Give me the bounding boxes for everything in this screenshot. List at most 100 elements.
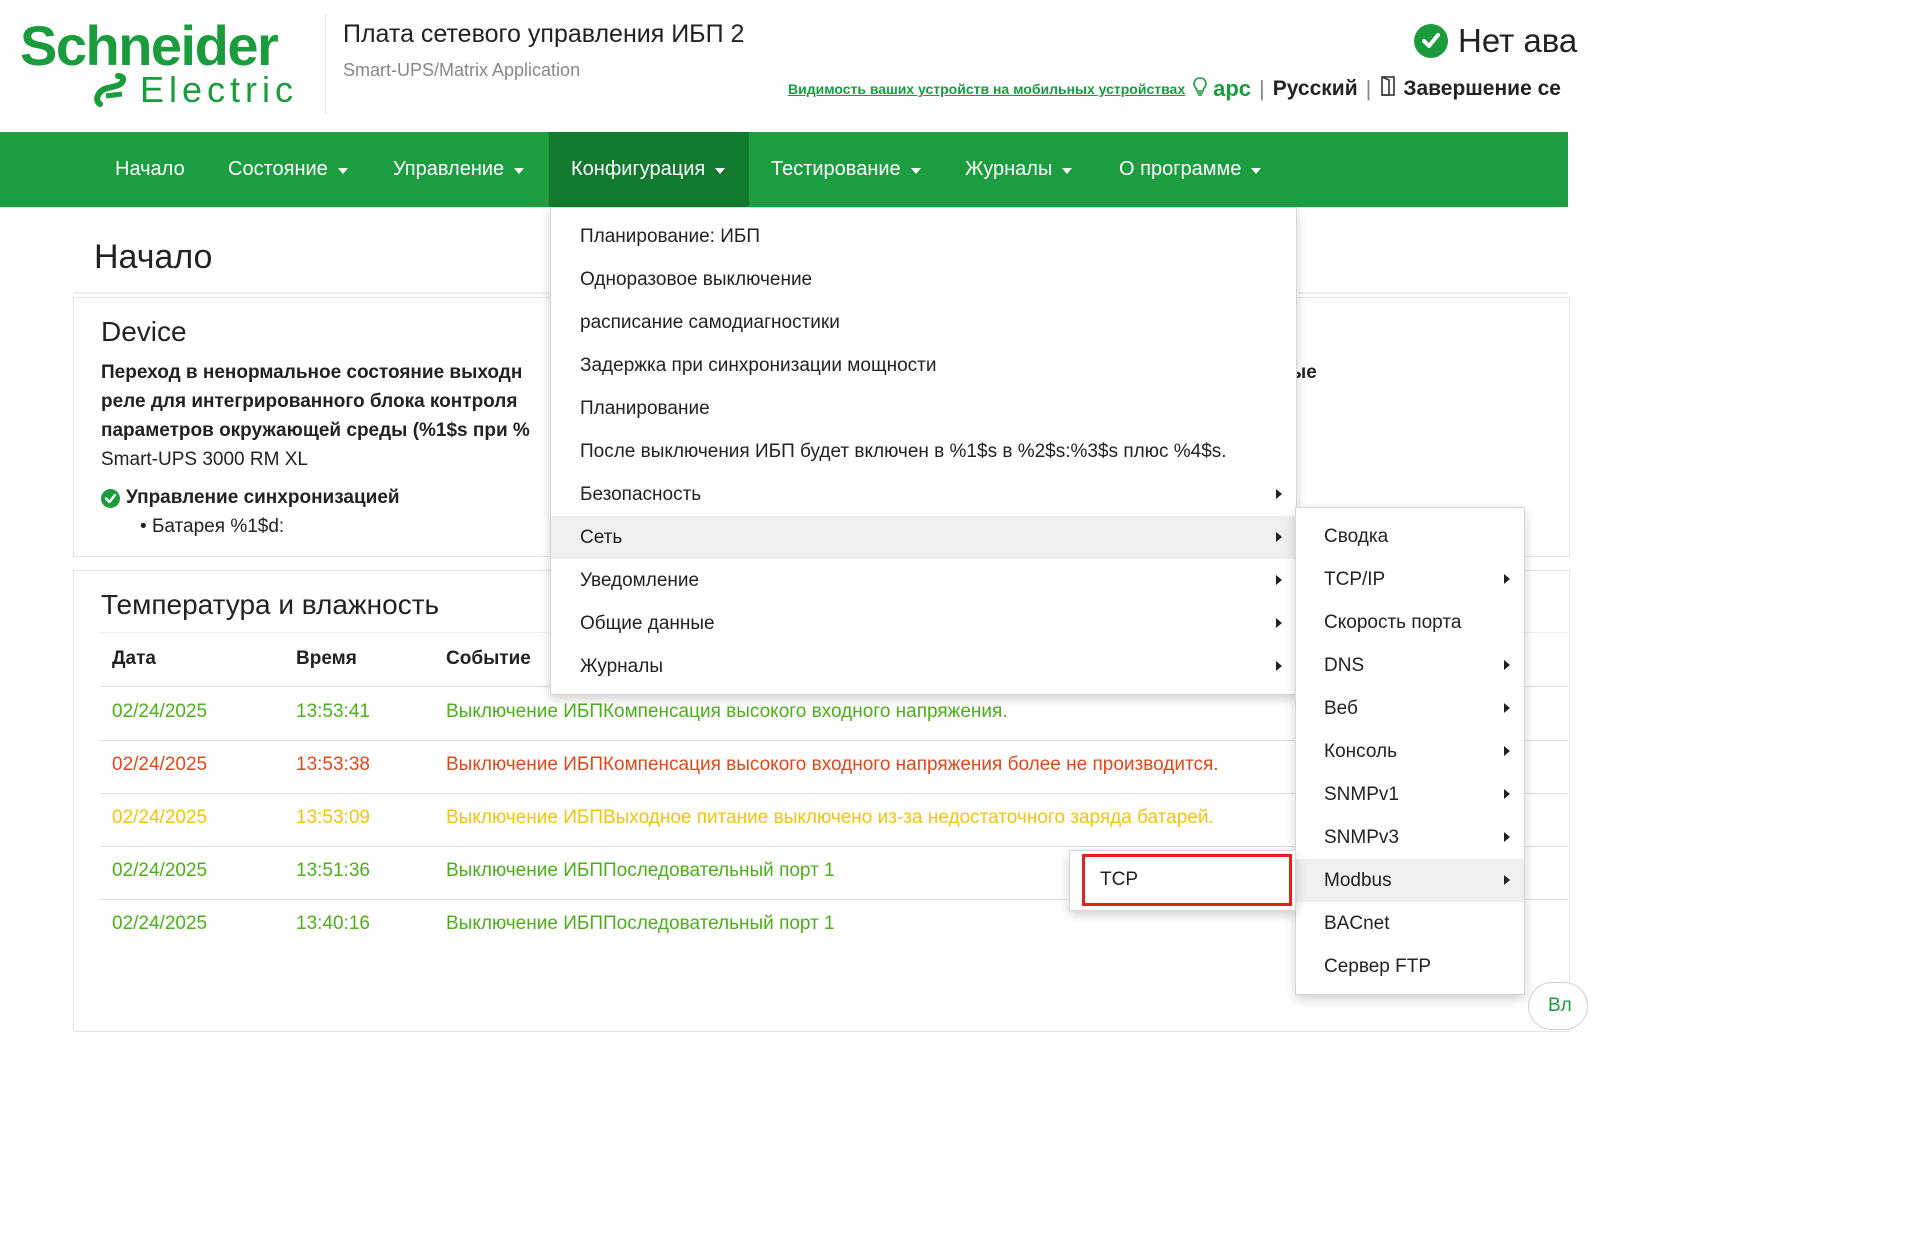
- network-menu-item[interactable]: DNS: [1296, 644, 1524, 687]
- nav-status[interactable]: Состояние: [206, 132, 370, 207]
- event-date: 02/24/2025: [112, 754, 208, 775]
- nav-about[interactable]: О программе: [1097, 132, 1283, 207]
- modbus-submenu: TCP: [1069, 850, 1296, 911]
- config-menu-item[interactable]: Задержка при синхронизации мощности: [551, 344, 1296, 387]
- nav-testing[interactable]: Тестирование: [749, 132, 943, 207]
- sync-status: Управление синхронизацией: [101, 487, 400, 509]
- chevron-right-icon: [1504, 746, 1510, 756]
- menu-item-label: Скорость порта: [1324, 611, 1462, 633]
- column-header-event: Событие: [446, 648, 531, 669]
- event-time: 13:53:38: [296, 754, 370, 775]
- event-date: 02/24/2025: [112, 913, 208, 934]
- nav-home[interactable]: Начало: [93, 132, 207, 207]
- logout-text: Завершение се: [1403, 77, 1561, 100]
- config-menu-item[interactable]: Планирование: [551, 387, 1296, 430]
- network-menu-item[interactable]: Сервер FTP: [1296, 945, 1524, 988]
- device-heading: Device: [101, 316, 187, 347]
- menu-item-label: Сводка: [1324, 525, 1389, 547]
- config-menu-item[interactable]: расписание самодиагностики: [551, 301, 1296, 344]
- config-menu-item[interactable]: Безопасность: [551, 473, 1296, 516]
- header-links: Видимость ваших устройств на мобильных у…: [788, 76, 1561, 102]
- config-menu-item[interactable]: Уведомление: [551, 559, 1296, 602]
- device-alert-line: параметров окружающей среды (%1$s при %: [101, 420, 530, 441]
- alarm-status[interactable]: Нет ава: [1414, 22, 1577, 60]
- schneider-electric-logo[interactable]: Schneider Electric: [20, 14, 310, 110]
- menu-item-label: После выключения ИБП будет включен в %1$…: [580, 440, 1227, 462]
- caret-down-icon: [910, 167, 921, 174]
- separator: |: [1259, 76, 1265, 101]
- network-menu-item[interactable]: BACnet: [1296, 902, 1524, 945]
- chevron-right-icon: [1276, 618, 1282, 628]
- chevron-right-icon: [1504, 875, 1510, 885]
- caret-down-icon: [1062, 167, 1073, 174]
- chevron-right-icon: [1504, 574, 1510, 584]
- menu-item-label: BACnet: [1324, 912, 1390, 934]
- network-menu-item[interactable]: Консоль: [1296, 730, 1524, 773]
- config-menu-item[interactable]: Одноразовое выключение: [551, 258, 1296, 301]
- menu-item-label: Веб: [1324, 697, 1358, 719]
- app-subtitle: Smart-UPS/Matrix Application: [343, 60, 581, 80]
- main-nav: Начало Состояние Управление Конфигурация…: [0, 132, 1568, 207]
- menu-item-label: Планирование: ИБП: [580, 225, 761, 247]
- menu-item-tcp[interactable]: TCP: [1082, 854, 1292, 906]
- page-title: Начало: [94, 238, 213, 276]
- config-menu-item[interactable]: Журналы: [551, 645, 1296, 688]
- nav-label: Состояние: [228, 158, 328, 180]
- chevron-right-icon: [1504, 660, 1510, 670]
- event-description: Выключение ИБППоследовательный порт 1: [446, 860, 835, 881]
- caret-down-icon: [337, 167, 348, 174]
- network-menu-item[interactable]: Скорость порта: [1296, 601, 1524, 644]
- menu-item-label: SNMPv3: [1324, 826, 1399, 848]
- nav-label: Управление: [393, 158, 505, 180]
- config-menu-item[interactable]: Общие данные: [551, 602, 1296, 645]
- caret-down-icon: [514, 167, 525, 174]
- event-time: 13:51:36: [296, 860, 370, 881]
- nav-control[interactable]: Управление: [371, 132, 546, 207]
- mobile-visibility-link[interactable]: Видимость ваших устройств на мобильных у…: [788, 81, 1185, 97]
- language-selector[interactable]: Русский: [1273, 77, 1358, 101]
- network-menu-item[interactable]: Веб: [1296, 687, 1524, 730]
- check-circle-icon: [1414, 24, 1448, 58]
- menu-item-label: TCP: [1100, 869, 1138, 890]
- event-date: 02/24/2025: [112, 701, 208, 722]
- network-menu-item[interactable]: Modbus: [1296, 859, 1524, 902]
- config-menu-item[interactable]: После выключения ИБП будет включен в %1$…: [551, 430, 1296, 473]
- device-alert-line: реле для интегрированного блока контроля: [101, 391, 518, 412]
- chevron-right-icon: [1276, 575, 1282, 585]
- event-time: 13:53:09: [296, 807, 370, 828]
- column-header-time: Время: [296, 648, 357, 669]
- app-title: Плата сетевого управления ИБП 2: [343, 20, 745, 48]
- caret-down-icon: [1251, 167, 1262, 174]
- nav-label: Конфигурация: [571, 158, 706, 180]
- menu-item-label: Уведомление: [580, 569, 700, 591]
- network-menu-item[interactable]: Сводка: [1296, 515, 1524, 558]
- event-time: 13:40:16: [296, 913, 370, 934]
- event-description: Выключение ИБППоследовательный порт 1: [446, 913, 835, 934]
- nav-logs[interactable]: Журналы: [943, 132, 1094, 207]
- network-menu-item[interactable]: TCP/IP: [1296, 558, 1524, 601]
- menu-item-label: Сервер FTP: [1324, 955, 1432, 977]
- network-menu-item[interactable]: SNMPv1: [1296, 773, 1524, 816]
- header: Schneider Electric Плата сетевого управл…: [0, 0, 1577, 132]
- logo-text-electric: Electric: [140, 69, 299, 110]
- nav-configuration[interactable]: Конфигурация: [549, 132, 749, 207]
- menu-item-label: SNMPv1: [1324, 783, 1399, 805]
- battery-label: Батарея %1$d:: [151, 516, 285, 537]
- menu-item-label: Сеть: [580, 526, 623, 548]
- alarm-status-text: Нет ава: [1458, 22, 1578, 59]
- network-menu-item[interactable]: SNMPv3: [1296, 816, 1524, 859]
- logout-link[interactable]: Завершение се: [1379, 76, 1561, 102]
- chevron-right-icon: [1276, 489, 1282, 499]
- event-date: 02/24/2025: [112, 807, 208, 828]
- corner-button[interactable]: Вл: [1528, 982, 1588, 1030]
- menu-item-label: DNS: [1324, 654, 1365, 676]
- lightbulb-icon: [1193, 76, 1207, 102]
- menu-item-label: Общие данные: [580, 612, 715, 634]
- door-icon: [1379, 76, 1397, 102]
- menu-item-label: Планирование: [580, 397, 710, 419]
- apc-link[interactable]: apc: [1213, 76, 1251, 102]
- config-menu-item[interactable]: Сеть: [551, 516, 1296, 559]
- column-header-date: Дата: [112, 648, 156, 669]
- chevron-right-icon: [1276, 661, 1282, 671]
- config-menu-item[interactable]: Планирование: ИБП: [551, 215, 1296, 258]
